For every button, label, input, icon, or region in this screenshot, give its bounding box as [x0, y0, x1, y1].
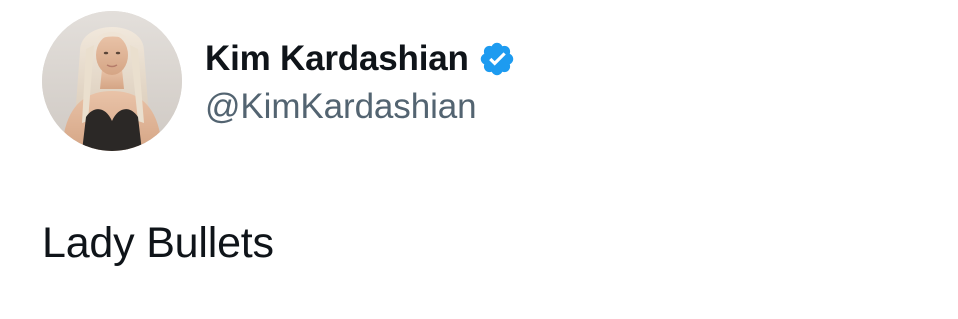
- author-display-name[interactable]: Kim Kardashian: [205, 34, 469, 84]
- tweet-text: Lady Bullets: [42, 219, 274, 267]
- verified-badge-icon: [478, 40, 516, 78]
- author-handle[interactable]: @KimKardashian: [205, 84, 477, 130]
- author-avatar[interactable]: [42, 11, 182, 151]
- author-name-row: Kim Kardashian: [205, 34, 516, 84]
- tweet-card: Kim Kardashian @KimKardashian Lady Bulle…: [0, 0, 958, 319]
- profile-photo-avatar: [42, 11, 182, 151]
